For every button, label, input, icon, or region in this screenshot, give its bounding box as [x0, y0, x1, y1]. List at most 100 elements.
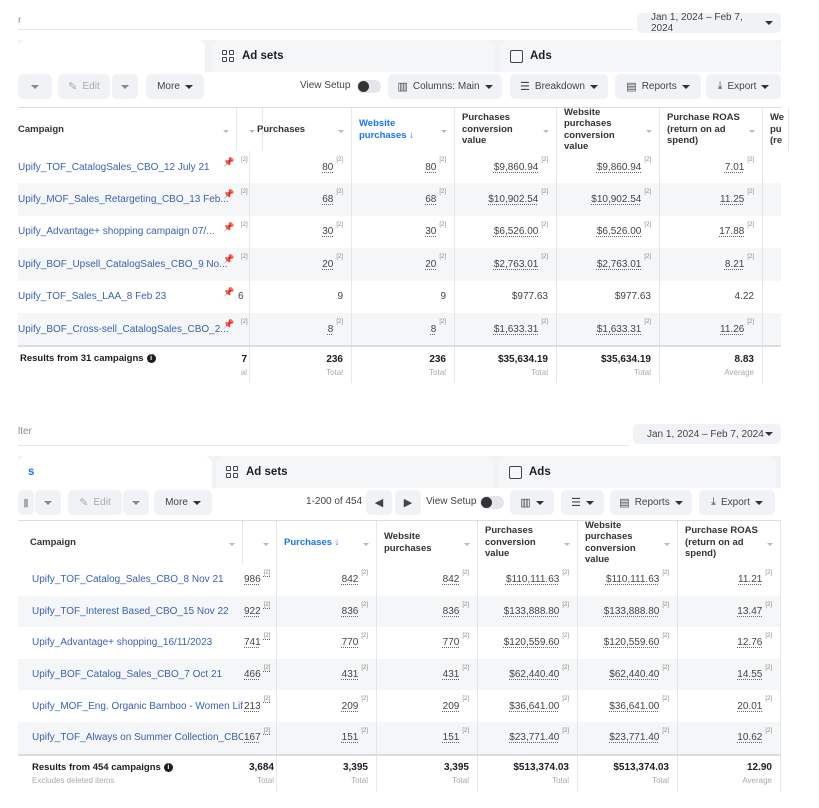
- metric-value[interactable]: 151: [342, 732, 359, 743]
- tab-ad-sets[interactable]: Ad sets: [216, 456, 493, 488]
- column-header[interactable]: Website purchases conversion value: [557, 108, 660, 151]
- breakdown-button[interactable]: ☰: [561, 490, 604, 515]
- metric-value[interactable]: 80: [425, 162, 436, 173]
- tab-campaigns[interactable]: s: [18, 456, 212, 488]
- pin-icon[interactable]: 📌: [223, 287, 234, 298]
- dropdown-button[interactable]: [112, 74, 138, 99]
- campaign-name-link[interactable]: Upify_TOF_Sales_LAA_8 Feb 23: [18, 281, 237, 313]
- column-header[interactable]: We pu (re: [763, 108, 789, 151]
- tab-ad-sets[interactable]: Ad sets: [212, 40, 495, 72]
- info-icon[interactable]: i: [146, 354, 156, 364]
- date-range-picker[interactable]: Jan 1, 2024 – Feb 7, 2024: [633, 424, 781, 444]
- campaign-name-link[interactable]: Upify_TOF_CatalogSales_CBO_12 July 21: [18, 151, 237, 183]
- metric-value[interactable]: $23,771.40: [609, 732, 659, 743]
- metric-value[interactable]: 12.76: [737, 637, 762, 648]
- metric-value[interactable]: $2,763.01: [494, 259, 539, 270]
- metric-value[interactable]: $110,111.63: [606, 574, 659, 585]
- metric-value[interactable]: 17.88: [719, 226, 744, 237]
- campaign-name-link[interactable]: Upify_Advantage+ shopping campaign 07/..…: [18, 216, 237, 248]
- metric-value[interactable]: $120,559.60: [604, 637, 660, 648]
- metric-value[interactable]: 770: [342, 637, 359, 648]
- view-setup-toggle[interactable]: [357, 80, 381, 93]
- metric-value[interactable]: 68: [322, 194, 333, 205]
- metric-value[interactable]: 8.21: [725, 259, 744, 270]
- metric-value[interactable]: $133,888.80: [604, 606, 660, 617]
- dropdown-button[interactable]: [123, 490, 149, 515]
- metric-value[interactable]: 842: [342, 574, 359, 585]
- metric-value[interactable]: $36,641.00: [609, 701, 659, 712]
- columns-button[interactable]: ▥: [510, 490, 554, 515]
- metric-value[interactable]: 7.01: [725, 162, 744, 173]
- metric-value[interactable]: $36,641.00: [509, 701, 559, 712]
- info-icon[interactable]: i: [163, 763, 173, 773]
- edit-button[interactable]: ✎ Edit: [68, 490, 122, 515]
- search-filter-input[interactable]: lter: [18, 416, 629, 446]
- next-page-button[interactable]: ▶: [395, 490, 421, 515]
- metric-value[interactable]: $110,111.63: [506, 574, 559, 585]
- column-header[interactable]: Website purchases ↓: [352, 108, 455, 151]
- column-header[interactable]: Purchases: [250, 108, 352, 151]
- dropdown-button[interactable]: [35, 490, 61, 515]
- metric-value[interactable]: $10,902.54: [488, 194, 538, 205]
- metric-value[interactable]: 20: [425, 259, 436, 270]
- metric-value[interactable]: 151: [443, 732, 460, 743]
- reports-button[interactable]: ▤ Reports: [615, 74, 701, 99]
- metric-value[interactable]: 431: [443, 669, 460, 680]
- campaign-name-link[interactable]: Upify_TOF_Always on Summer Collection_CB…: [32, 722, 243, 754]
- more-button[interactable]: More: [154, 490, 212, 515]
- metric-value[interactable]: 209: [443, 701, 460, 712]
- tab-campaigns[interactable]: [18, 40, 205, 72]
- metric-value[interactable]: $133,888.80: [504, 606, 560, 617]
- metric-value[interactable]: $6,526.00: [597, 226, 642, 237]
- column-header[interactable]: Website purchases: [377, 521, 478, 564]
- dropdown-button[interactable]: [18, 74, 52, 99]
- campaign-name-link[interactable]: Upify_TOF_Catalog_Sales_CBO_8 Nov 21: [32, 564, 243, 596]
- metric-value[interactable]: 20: [322, 259, 333, 270]
- pin-icon[interactable]: 📌: [223, 222, 234, 233]
- campaign-name-link[interactable]: Upify_MOF_Eng. Organic Bamboo - Women Li…: [32, 690, 243, 722]
- campaign-name-link[interactable]: Upify_TOF_Interest Based_CBO_15 Nov 22: [32, 596, 243, 628]
- metric-value[interactable]: $9,860.94: [494, 162, 539, 173]
- tab-ads[interactable]: Ads: [500, 40, 781, 72]
- metric-value[interactable]: 68: [425, 194, 436, 205]
- tab-ads[interactable]: Ads: [499, 456, 776, 488]
- campaign-name-link[interactable]: Upify_MOF_Sales_Retargeting_CBO_13 Feb..…: [18, 183, 237, 215]
- metric-value[interactable]: 30: [322, 226, 333, 237]
- metric-value[interactable]: 13.47: [737, 606, 762, 617]
- metric-value[interactable]: 20.01: [737, 701, 762, 712]
- metric-value[interactable]: 209: [342, 701, 359, 712]
- metric-value[interactable]: $1,633.31: [597, 324, 642, 335]
- metric-value[interactable]: 11.26: [720, 324, 744, 335]
- search-filter-input[interactable]: r: [18, 0, 633, 30]
- metric-value[interactable]: $10,902.54: [591, 194, 641, 205]
- metric-value[interactable]: $6,526.00: [494, 226, 539, 237]
- metric-value[interactable]: 842: [443, 574, 460, 585]
- metric-value[interactable]: $62,440.40: [609, 669, 659, 680]
- column-header[interactable]: Purchases ↓: [277, 521, 377, 564]
- campaign-name-link[interactable]: Upify_BOF_Catalog_Sales_CBO_7 Oct 21: [32, 659, 243, 691]
- metric-value[interactable]: 8: [328, 324, 334, 335]
- column-header[interactable]: Campaign: [22, 521, 243, 564]
- metric-value[interactable]: $23,771.40: [509, 732, 559, 743]
- metric-value[interactable]: 14.55: [737, 669, 762, 680]
- metric-value[interactable]: 836: [443, 606, 460, 617]
- metric-value[interactable]: 11.25: [720, 194, 744, 205]
- metric-value[interactable]: $120,559.60: [504, 637, 560, 648]
- edit-button[interactable]: ✎ Edit: [58, 74, 110, 99]
- metric-value[interactable]: $2,763.01: [597, 259, 642, 270]
- export-button[interactable]: ⤓ Export: [699, 490, 775, 515]
- column-header[interactable]: Purchases conversion value: [478, 521, 578, 564]
- date-range-picker[interactable]: Jan 1, 2024 – Feb 7, 2024: [637, 12, 781, 34]
- column-header[interactable]: Purchase ROAS (return on ad spend): [660, 108, 763, 151]
- pin-icon[interactable]: 📌: [223, 254, 234, 265]
- column-header[interactable]: Purchase ROAS (return on ad spend): [678, 521, 781, 564]
- view-setup-toggle[interactable]: [480, 496, 504, 509]
- metric-value[interactable]: 836: [342, 606, 359, 617]
- pin-icon[interactable]: 📌: [223, 319, 234, 330]
- metric-value[interactable]: 30: [425, 226, 436, 237]
- metric-value[interactable]: 80: [322, 162, 333, 173]
- dropdown-button[interactable]: ▮: [18, 490, 34, 515]
- column-header[interactable]: Website purchases conversion value: [578, 521, 678, 564]
- metric-value[interactable]: 10.62: [737, 732, 762, 743]
- metric-value[interactable]: $1,633.31: [494, 324, 539, 335]
